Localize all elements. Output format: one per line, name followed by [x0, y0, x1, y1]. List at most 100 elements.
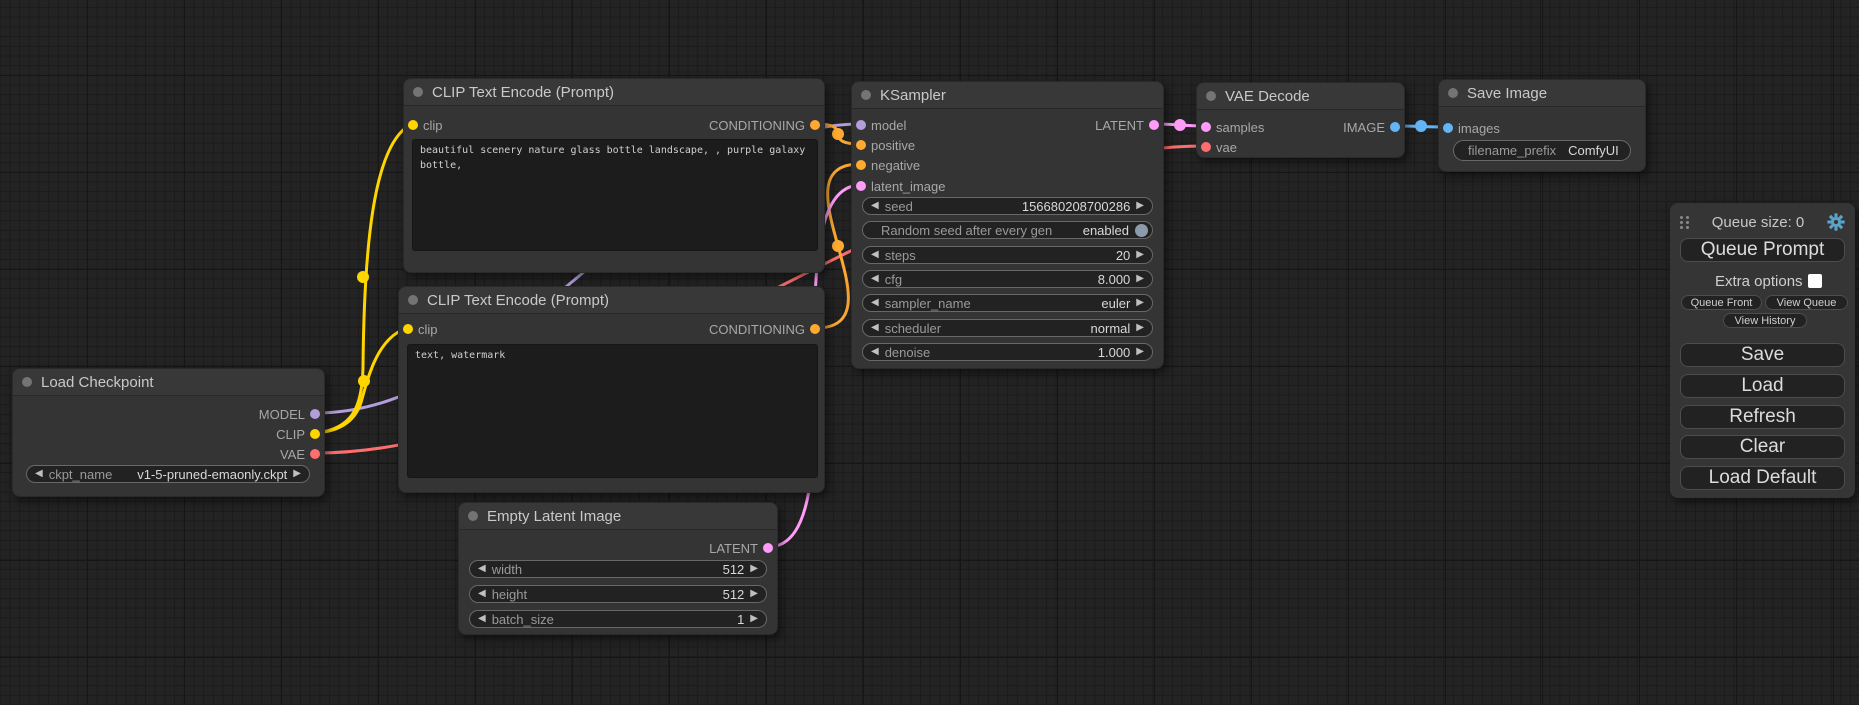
output-slot-conditioning[interactable]: CONDITIONING — [404, 115, 824, 135]
node-title-bar[interactable]: CLIP Text Encode (Prompt) — [399, 287, 824, 314]
image-slot-dot-icon[interactable] — [1390, 122, 1400, 132]
widget-width[interactable]: ◀ width 512 ▶ — [469, 560, 767, 578]
output-slot-clip[interactable]: CLIP — [13, 424, 324, 444]
input-slot-positive[interactable]: positive — [852, 135, 1163, 155]
collapse-dot-icon[interactable] — [468, 511, 478, 521]
decrement-arrow-icon[interactable]: ◀ — [871, 347, 879, 357]
node-title-bar[interactable]: Empty Latent Image — [459, 503, 777, 530]
conditioning-slot-dot-icon[interactable] — [856, 140, 866, 150]
latent-slot-dot-icon[interactable] — [1149, 120, 1159, 130]
node-clip-text-encode-positive[interactable]: CLIP Text Encode (Prompt) clip CONDITION… — [403, 78, 825, 273]
widget-sampler-name[interactable]: ◀ sampler_name euler ▶ — [862, 294, 1153, 312]
widget-batch-size[interactable]: ◀ batch_size 1 ▶ — [469, 610, 767, 628]
output-slot-latent[interactable]: LATENT — [852, 115, 1163, 135]
load-button[interactable]: Load — [1680, 374, 1845, 398]
extra-options-checkbox[interactable] — [1808, 274, 1822, 288]
view-history-button[interactable]: View History — [1723, 313, 1807, 328]
widget-seed[interactable]: ◀ seed 156680208700286 ▶ — [862, 197, 1153, 215]
decrement-arrow-icon[interactable]: ◀ — [478, 614, 486, 624]
widget-steps[interactable]: ◀ steps 20 ▶ — [862, 246, 1153, 264]
widget-label: ckpt_name — [49, 467, 113, 482]
latent-slot-dot-icon[interactable] — [763, 543, 773, 553]
collapse-dot-icon[interactable] — [1206, 91, 1216, 101]
increment-arrow-icon[interactable]: ▶ — [750, 564, 758, 574]
widget-denoise[interactable]: ◀ denoise 1.000 ▶ — [862, 343, 1153, 361]
increment-arrow-icon[interactable]: ▶ — [1136, 250, 1144, 260]
node-title-bar[interactable]: CLIP Text Encode (Prompt) — [404, 79, 824, 106]
image-slot-dot-icon[interactable] — [1443, 123, 1453, 133]
node-save-image[interactable]: Save Image images filename_prefix ComfyU… — [1438, 79, 1646, 172]
output-slot-vae[interactable]: VAE — [13, 444, 324, 464]
widget-random-seed-toggle[interactable]: Random seed after every gen enabled — [862, 221, 1153, 239]
widget-scheduler[interactable]: ◀ scheduler normal ▶ — [862, 319, 1153, 337]
prompt-textarea[interactable]: beautiful scenery nature glass bottle la… — [412, 139, 818, 251]
view-queue-button[interactable]: View Queue — [1765, 295, 1848, 310]
increment-arrow-icon[interactable]: ▶ — [293, 469, 301, 479]
output-slot-model[interactable]: MODEL — [13, 404, 324, 424]
clip-slot-dot-icon[interactable] — [310, 429, 320, 439]
node-title-bar[interactable]: Load Checkpoint — [13, 369, 324, 396]
decrement-arrow-icon[interactable]: ◀ — [35, 469, 43, 479]
decrement-arrow-icon[interactable]: ◀ — [478, 589, 486, 599]
wire-midpoint-dot — [1174, 119, 1186, 131]
conditioning-slot-dot-icon[interactable] — [810, 324, 820, 334]
node-vae-decode[interactable]: VAE Decode samples IMAGE vae — [1196, 82, 1405, 158]
collapse-dot-icon[interactable] — [408, 295, 418, 305]
input-slot-negative[interactable]: negative — [852, 155, 1163, 175]
model-slot-dot-icon[interactable] — [310, 409, 320, 419]
decrement-arrow-icon[interactable]: ◀ — [871, 274, 879, 284]
increment-arrow-icon[interactable]: ▶ — [1136, 298, 1144, 308]
widget-ckpt-name[interactable]: ◀ ckpt_name v1-5-pruned-emaonly.ckpt ▶ — [26, 465, 310, 483]
node-clip-text-encode-negative[interactable]: CLIP Text Encode (Prompt) clip CONDITION… — [398, 286, 825, 493]
node-ksampler[interactable]: KSampler model LATENT positive negative … — [851, 81, 1164, 369]
latent-slot-dot-icon[interactable] — [856, 181, 866, 191]
widget-filename-prefix[interactable]: filename_prefix ComfyUI — [1453, 140, 1631, 161]
input-slot-vae[interactable]: vae — [1197, 137, 1404, 157]
widget-value: 1 — [737, 612, 744, 627]
node-empty-latent-image[interactable]: Empty Latent Image LATENT ◀ width 512 ▶ … — [458, 502, 778, 635]
output-slot-conditioning[interactable]: CONDITIONING — [399, 319, 824, 339]
node-title-bar[interactable]: KSampler — [852, 82, 1163, 109]
prompt-textarea[interactable]: text, watermark — [407, 344, 818, 478]
input-slot-latent-image[interactable]: latent_image — [852, 176, 1163, 196]
clear-button[interactable]: Clear — [1680, 435, 1845, 459]
collapse-dot-icon[interactable] — [1448, 88, 1458, 98]
conditioning-slot-dot-icon[interactable] — [810, 120, 820, 130]
vae-slot-dot-icon[interactable] — [1201, 142, 1211, 152]
queue-front-button[interactable]: Queue Front — [1681, 295, 1762, 310]
toggle-knob-icon[interactable] — [1135, 224, 1148, 237]
refresh-button[interactable]: Refresh — [1680, 405, 1845, 429]
input-slot-images[interactable]: images — [1439, 118, 1645, 138]
node-title-bar[interactable]: VAE Decode — [1197, 83, 1404, 110]
queue-prompt-button[interactable]: Queue Prompt — [1680, 238, 1845, 262]
collapse-dot-icon[interactable] — [22, 377, 32, 387]
vae-slot-dot-icon[interactable] — [310, 449, 320, 459]
increment-arrow-icon[interactable]: ▶ — [1136, 323, 1144, 333]
increment-arrow-icon[interactable]: ▶ — [1136, 274, 1144, 284]
load-default-button[interactable]: Load Default — [1680, 466, 1845, 490]
output-slot-image[interactable]: IMAGE — [1197, 117, 1404, 137]
increment-arrow-icon[interactable]: ▶ — [750, 614, 758, 624]
collapse-dot-icon[interactable] — [413, 87, 423, 97]
save-button[interactable]: Save — [1680, 343, 1845, 367]
drag-handle-icon[interactable] — [1680, 215, 1689, 229]
queue-panel[interactable]: Queue size: 0 Queue Prompt Extra optio — [1670, 203, 1855, 498]
widget-height[interactable]: ◀ height 512 ▶ — [469, 585, 767, 603]
increment-arrow-icon[interactable]: ▶ — [1136, 201, 1144, 211]
decrement-arrow-icon[interactable]: ◀ — [478, 564, 486, 574]
increment-arrow-icon[interactable]: ▶ — [750, 589, 758, 599]
decrement-arrow-icon[interactable]: ◀ — [871, 323, 879, 333]
widget-cfg[interactable]: ◀ cfg 8.000 ▶ — [862, 270, 1153, 288]
widget-label: Random seed after every gen — [881, 223, 1052, 238]
node-load-checkpoint[interactable]: Load Checkpoint MODEL CLIP VAE ◀ ckpt_na… — [12, 368, 325, 497]
node-canvas[interactable]: { "colors": { "model": "#B39DDB", "clip"… — [0, 0, 1859, 705]
settings-gear-icon[interactable] — [1827, 213, 1845, 231]
output-slot-latent[interactable]: LATENT — [459, 538, 777, 558]
collapse-dot-icon[interactable] — [861, 90, 871, 100]
decrement-arrow-icon[interactable]: ◀ — [871, 250, 879, 260]
increment-arrow-icon[interactable]: ▶ — [1136, 347, 1144, 357]
decrement-arrow-icon[interactable]: ◀ — [871, 298, 879, 308]
conditioning-slot-dot-icon[interactable] — [856, 160, 866, 170]
decrement-arrow-icon[interactable]: ◀ — [871, 201, 879, 211]
node-title-bar[interactable]: Save Image — [1439, 80, 1645, 107]
